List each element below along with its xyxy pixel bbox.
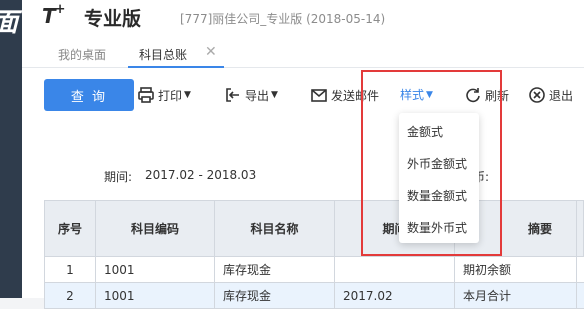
cell-summary: 期初余额 [454,257,576,283]
exit-button[interactable]: 退出 [528,86,573,104]
cell-extra [576,257,584,283]
chevron-down-icon: ▼ [271,90,278,100]
col-header-account-name[interactable]: 科目名称 [214,200,334,257]
col-header-index[interactable]: 序号 [44,200,95,257]
period-value: 2017.02 - 2018.03 [145,168,257,182]
product-name: 专业版 [84,8,142,30]
tab-account-ledger[interactable]: 科目总账 [139,46,187,63]
cell-account-name: 库存现金 [214,257,334,283]
export-button[interactable]: 导出 ▼ [224,86,278,104]
tab-close-icon[interactable]: ✕ [205,44,217,60]
mail-icon [311,89,327,102]
cell-summary: 本月合计 [454,283,576,309]
close-circle-icon [529,87,545,103]
left-strip-glyph: 面 [0,2,18,39]
col-header-account-code[interactable]: 科目编码 [95,200,214,257]
printer-icon [138,87,154,103]
cell-account-code: 1001 [95,283,214,309]
left-nav-strip[interactable]: 面 [0,0,22,298]
cell-account-code: 1001 [95,257,214,283]
export-label: 导出 [245,88,270,103]
export-icon [226,88,239,102]
tab-bar: 我的桌面 科目总账 ✕ [22,38,584,68]
cell-index: 2 [44,283,95,309]
cell-period [334,257,454,283]
company-info: [777]丽佳公司_专业版 (2018-05-14) [180,12,386,26]
tab-my-desktop[interactable]: 我的桌面 [58,46,106,63]
period-label: 期间: [104,170,133,184]
app-header: T+ 专业版 [777]丽佳公司_专业版 (2018-05-14) [22,0,584,38]
print-label: 打印 [158,88,183,103]
query-button[interactable]: 查 询 [44,79,134,111]
cell-index: 1 [44,257,95,283]
print-button[interactable]: 打印 ▼ [137,86,191,104]
cell-extra [576,283,584,309]
exit-label: 退出 [549,88,574,103]
chevron-down-icon: ▼ [184,90,191,100]
cell-period: 2017.02 [334,283,454,309]
cell-account-name: 库存现金 [214,283,334,309]
app-logo: T+ [42,2,66,28]
annotation-highlight-box [361,70,502,256]
col-header-extra [576,200,584,257]
